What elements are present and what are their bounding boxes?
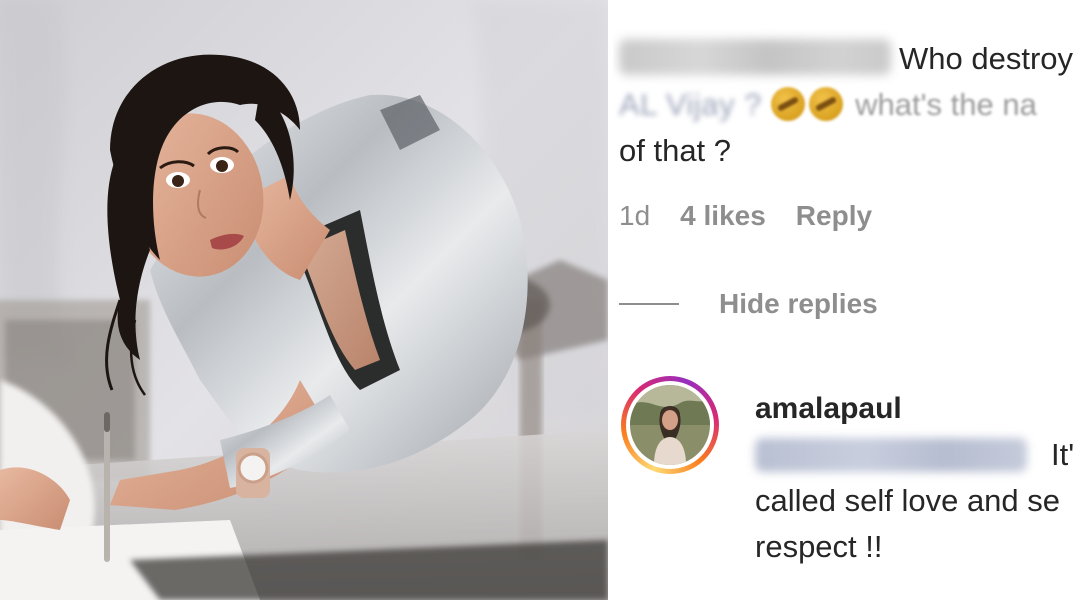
reply-comment: It' called self love and se respect !!	[755, 432, 1080, 570]
reply-button[interactable]: Reply	[796, 200, 872, 232]
comment-text-start: Who destroy	[899, 41, 1074, 76]
reply-text-start: It'	[1051, 437, 1075, 472]
comment-line-3: of that ?	[619, 133, 732, 168]
grimacing-face-icon	[808, 87, 843, 121]
composite-screenshot: Who destroy AL Vijay ? what's the na of …	[0, 0, 1080, 600]
likes-count-link[interactable]: 4 likes	[680, 200, 766, 232]
parent-comment: Who destroy AL Vijay ? what's the na of …	[619, 36, 1080, 174]
blurred-username	[619, 39, 891, 75]
mention-link[interactable]: AL Vijay ?	[619, 82, 762, 128]
reply-line-2: called self love and se	[755, 483, 1061, 518]
reply-username[interactable]: amalapaul	[755, 392, 902, 426]
post-photo	[0, 0, 608, 600]
comment-line-2: AL Vijay ? what's the na	[619, 82, 1080, 128]
hide-replies-label: Hide replies	[719, 288, 878, 319]
comment-text-middle: what's the na	[855, 87, 1037, 122]
avatar-photo	[630, 385, 710, 465]
avatar[interactable]	[621, 376, 719, 474]
comment-meta: 1d 4 likes Reply	[619, 200, 872, 232]
comment-line-1: Who destroy	[619, 36, 1080, 82]
reply-line-1: It'	[755, 432, 1080, 478]
avatar-ring-gap	[626, 381, 714, 469]
comment-age: 1d	[619, 200, 651, 231]
comment-thread: Who destroy AL Vijay ? what's the na of …	[613, 0, 1080, 600]
reply-line-3: respect !!	[755, 529, 883, 564]
hide-replies-button[interactable]: Hide replies	[619, 288, 878, 320]
blurred-mention[interactable]	[755, 438, 1027, 472]
grimacing-face-icon	[770, 87, 805, 121]
thread-line	[619, 303, 679, 305]
